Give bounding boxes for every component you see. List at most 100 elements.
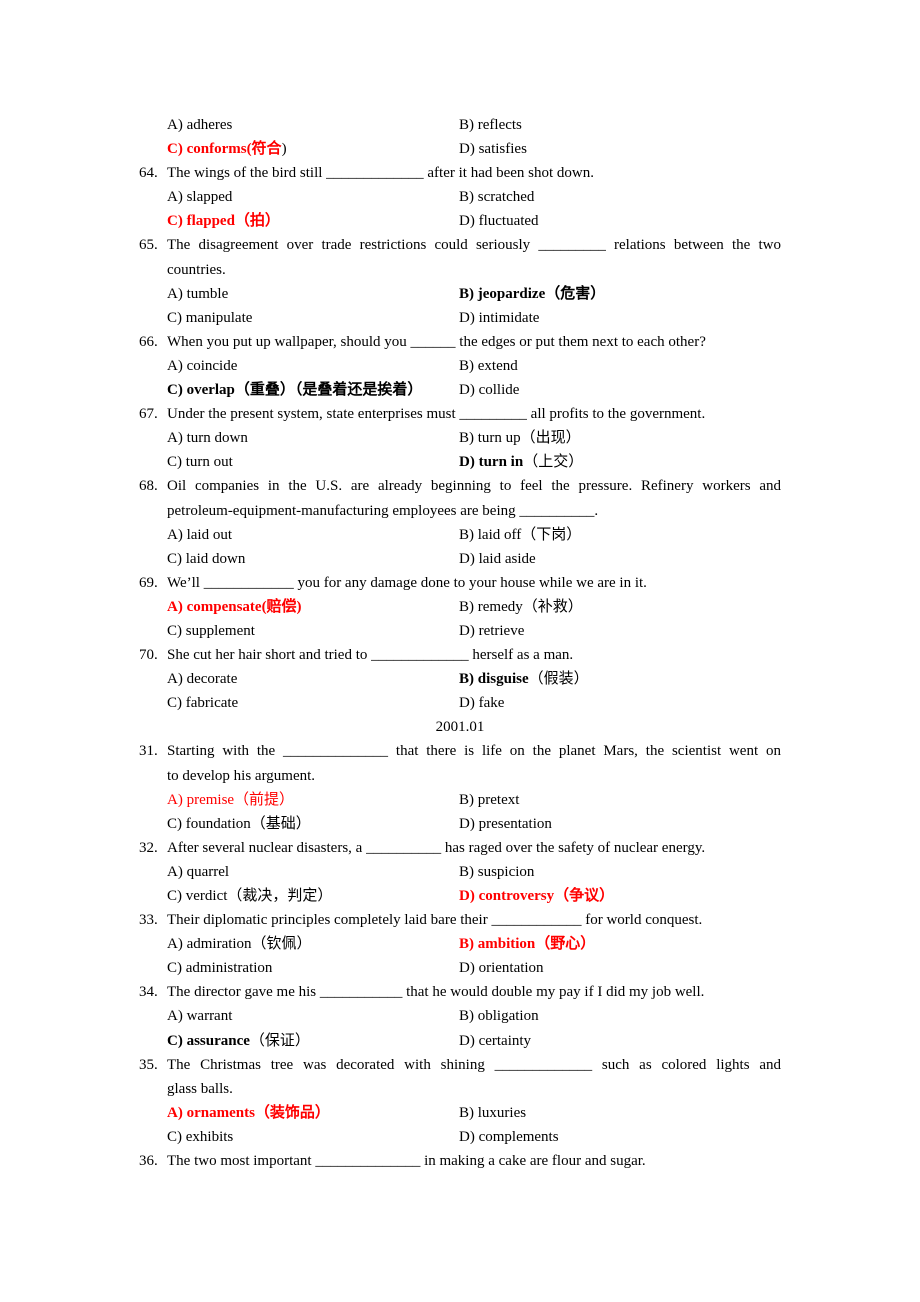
options-row: C) fabricate D) fake (0, 691, 920, 715)
answer-option: A) compensate(赔偿) (167, 595, 302, 619)
answer-option: C) conforms(符合) (167, 137, 287, 161)
question-continuation: glass balls. (0, 1077, 920, 1101)
option-label: D) intimidate (459, 309, 540, 326)
answer-option: A) adheres (167, 113, 232, 137)
options-row: C) manipulate D) intimidate (0, 306, 920, 330)
question-number: 68. (139, 478, 158, 495)
option-label: C) laid down (167, 550, 246, 567)
option-gloss: （上交） (523, 454, 584, 471)
option-label: B) obligation (459, 1008, 539, 1025)
option-label: C) conforms(符合 (167, 141, 282, 158)
answer-option: B) obligation (459, 1004, 539, 1028)
question-text: Starting with the ______________ that th… (167, 743, 781, 760)
answer-option: C) overlap（重叠）（是叠着还是挨着） (167, 378, 422, 402)
question-text: The Christmas tree was decorated with sh… (167, 1056, 781, 1073)
question-number: 69. (139, 574, 158, 591)
answer-option: D) certainty (459, 1029, 531, 1053)
options-row: A) tumble B) jeopardize（危害） (0, 282, 920, 306)
question-number: 32. (139, 839, 158, 856)
option-label: D) fake (459, 695, 505, 712)
answer-option: C) flapped（拍） (167, 209, 280, 233)
option-label: B) ambition（野心） (459, 936, 596, 953)
answer-option: C) turn out (167, 450, 233, 474)
question-number: 66. (139, 333, 158, 350)
options-row: C) turn out D) turn in（上交） (0, 450, 920, 474)
option-label: A) coincide (167, 357, 238, 374)
options-row: C) assurance（保证） D) certainty (0, 1029, 920, 1053)
options-row: A) warrant B) obligation (0, 1004, 920, 1028)
answer-option: C) verdict（裁决，判定） (167, 884, 332, 908)
answer-option: C) supplement (167, 619, 255, 643)
question-line: 31. Starting with the ______________ that… (0, 739, 920, 763)
question-text: The wings of the bird still ____________… (167, 165, 595, 182)
question-text: The director gave me his ___________ tha… (167, 984, 705, 1001)
answer-option: C) fabricate (167, 691, 238, 715)
option-label: A) slapped (167, 189, 233, 206)
answer-option: B) pretext (459, 788, 519, 812)
answer-option: B) suspicion (459, 860, 534, 884)
question-continuation: to develop his argument. (0, 764, 920, 788)
question-line: 32. After several nuclear disasters, a __… (0, 836, 920, 860)
option-label: D) collide (459, 382, 520, 399)
option-label: A) quarrel (167, 863, 230, 880)
answer-option: A) tumble (167, 282, 228, 306)
options-row: C) laid down D) laid aside (0, 547, 920, 571)
question-line: 64. The wings of the bird still _________… (0, 161, 920, 185)
question-line: 34. The director gave me his ___________ … (0, 980, 920, 1004)
question-number: 31. (139, 743, 158, 760)
option-label: D) turn in (459, 454, 524, 471)
question-number: 65. (139, 237, 158, 254)
document-page: A) adheres B) reflects C) conforms(符合) D) s… (0, 113, 920, 1173)
question-number: 70. (139, 647, 158, 664)
options-row: A) admiration（钦佩） B) ambition（野心） (0, 932, 920, 956)
options-row: C) foundation（基础） D) presentation (0, 812, 920, 836)
answer-option: A) admiration（钦佩） (167, 932, 312, 956)
answer-option: B) disguise（假装） (459, 667, 589, 691)
option-gloss: （假装） (528, 671, 589, 688)
answer-option: A) warrant (167, 1004, 232, 1028)
options-row: C) verdict（裁决，判定） D) controversy（争议） (0, 884, 920, 908)
answer-option: B) jeopardize（危害） (459, 282, 605, 306)
answer-option: D) intimidate (459, 306, 539, 330)
option-label: B) reflects (459, 117, 522, 133)
question-text: glass balls. (167, 1080, 233, 1097)
question-text: The two most important ______________ in… (167, 1153, 646, 1170)
options-row: A) quarrel B) suspicion (0, 860, 920, 884)
answer-option: C) administration (167, 956, 272, 980)
option-label: D) complements (459, 1128, 559, 1145)
option-label: A) turn down (167, 430, 248, 447)
answer-option: D) turn in（上交） (459, 450, 583, 474)
options-row: A) compensate(赔偿) B) remedy（补救） (0, 595, 920, 619)
option-gloss: （保证） (249, 1032, 310, 1049)
option-label: A) ornaments（装饰品） (167, 1104, 330, 1121)
options-row: C) flapped（拍） D) fluctuated (0, 209, 920, 233)
option-label: C) fabricate (167, 695, 239, 712)
options-row: C) exhibits D) complements (0, 1125, 920, 1149)
answer-option: B) ambition（野心） (459, 932, 595, 956)
answer-option: A) ornaments（装饰品） (167, 1101, 330, 1125)
answer-option: D) fake (459, 691, 504, 715)
option-label: A) decorate (167, 671, 238, 688)
question-number: 34. (139, 984, 158, 1001)
option-label: D) orientation (459, 960, 544, 977)
question-line: 65. The disagreement over trade restricti… (0, 233, 920, 257)
answer-option: B) remedy（补救） (459, 595, 583, 619)
option-label: C) flapped（拍） (167, 213, 280, 230)
question-line: 69. We’ll ____________ you for any damage… (0, 571, 920, 595)
question-text: After several nuclear disasters, a _____… (167, 839, 706, 856)
answer-option: C) foundation（基础） (167, 812, 311, 836)
option-label: B) turn up（出现） (459, 430, 581, 447)
option-label: D) laid aside (459, 550, 536, 567)
option-label: B) scratched (459, 189, 535, 206)
option-label: A) premise（前提） (167, 791, 295, 808)
question-number: 35. (139, 1056, 158, 1073)
question-text: Under the present system, state enterpri… (167, 406, 706, 423)
question-continuation: countries. (0, 258, 920, 282)
answer-option: A) slapped (167, 185, 232, 209)
option-label: C) supplement (167, 622, 255, 639)
answer-option: D) collide (459, 378, 519, 402)
answer-option: C) manipulate (167, 306, 252, 330)
answer-option: D) orientation (459, 956, 544, 980)
question-text: When you put up wallpaper, should you __… (167, 333, 706, 350)
option-label: D) satisfies (459, 141, 527, 158)
